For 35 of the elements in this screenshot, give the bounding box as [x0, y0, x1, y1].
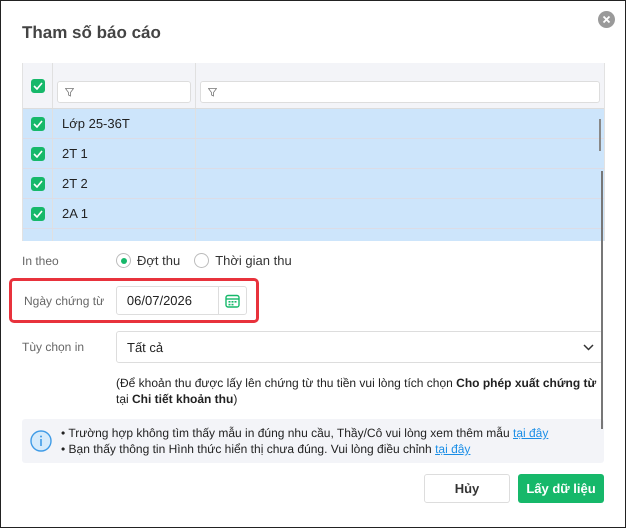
chevron-down-icon: [583, 344, 594, 350]
filter-icon: [208, 88, 217, 96]
table-cell: 2T 2: [62, 176, 88, 191]
scrollbar-thumb[interactable]: [599, 119, 601, 151]
date-field[interactable]: 06/07/2026: [116, 286, 247, 315]
table-row[interactable]: 2T 1: [23, 139, 604, 169]
info-text: • Trường hợp không tìm thấy mẫu in đúng nhu cầu, Thầy/Cô vui lòng xem thêm mẫu tại đây: [61, 425, 548, 441]
calendar-icon[interactable]: [225, 294, 240, 308]
field-label: In theo: [22, 254, 60, 268]
table-cell: Lớp 25-36T: [62, 116, 130, 131]
table-cell: 2T 1: [62, 146, 88, 161]
row-checkbox[interactable]: [30, 206, 44, 220]
radio-option[interactable]: Đợt thu: [116, 253, 180, 268]
row-checkbox[interactable]: [30, 116, 44, 130]
select-all-checkbox[interactable]: [30, 78, 44, 92]
info-icon: [30, 430, 52, 452]
table-row[interactable]: Lớp 25-36T: [23, 109, 604, 139]
table-row[interactable]: 2A 1: [23, 199, 604, 229]
info-text: • Bạn thấy thông tin Hình thức hiển thị chưa đúng. Vui lòng điều chỉnh tại đây: [61, 441, 472, 457]
filter-icon: [65, 88, 74, 96]
row-checkbox[interactable]: [30, 146, 44, 160]
radio-option[interactable]: Thời gian thu: [194, 253, 292, 268]
close-icon[interactable]: [598, 11, 615, 28]
filter-field[interactable]: [57, 81, 191, 103]
table-row[interactable]: 2T 2: [23, 169, 604, 199]
dialog-title: Tham số báo cáo: [22, 23, 161, 43]
scrollbar-thumb[interactable]: [601, 171, 603, 429]
table-cell: 2A 1: [62, 206, 88, 221]
filter-field[interactable]: [200, 81, 600, 103]
field-label: Ngày chứng từ: [24, 294, 106, 308]
cancel-button[interactable]: Hủy: [424, 474, 510, 503]
note-text: (Để khoản thu được lấy lên chứng từ thu tiền vui lòng tích chọn Cho phép xuất chứng từ tại Chi tiết khoản thu): [116, 375, 598, 407]
field-label: Tùy chọn in: [22, 340, 86, 354]
print-option-dropdown[interactable]: Tất cả: [116, 331, 603, 363]
row-checkbox[interactable]: [30, 176, 44, 190]
